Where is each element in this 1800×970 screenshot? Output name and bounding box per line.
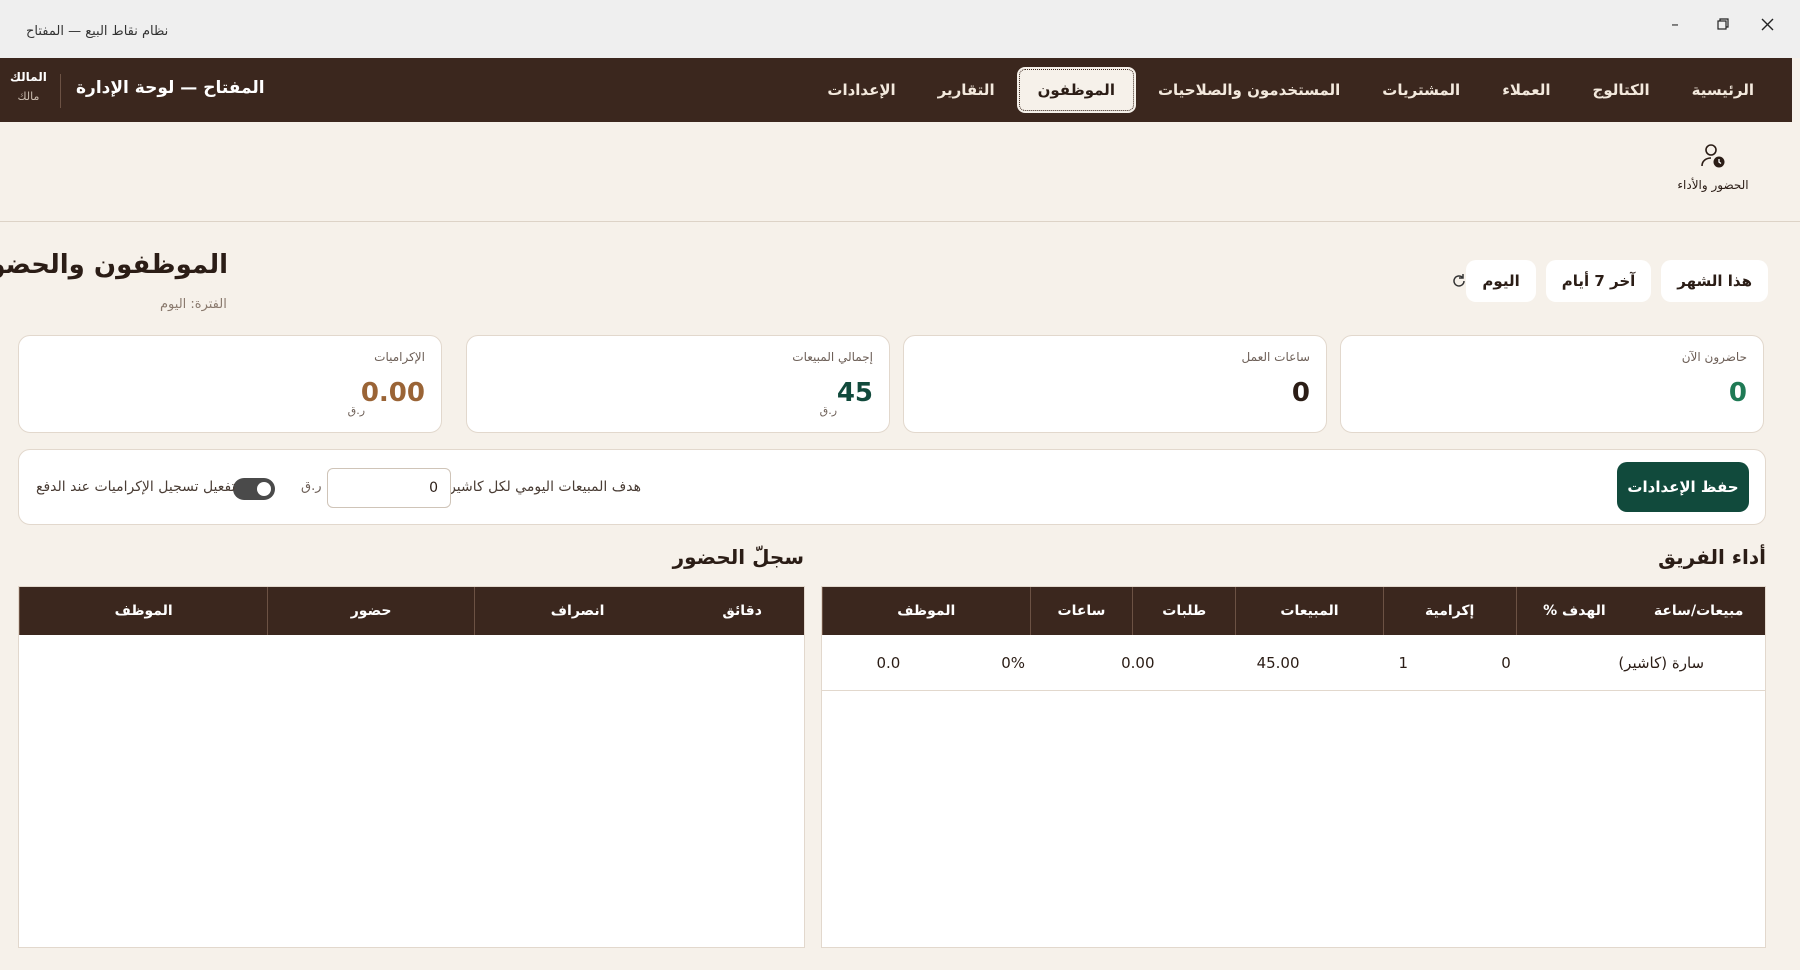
col-sales: المبيعات — [1235, 587, 1383, 635]
tab-settings[interactable]: الإعدادات — [809, 67, 913, 113]
attendance-log-title: سجلّ الحضور — [672, 545, 804, 569]
cell-sales: 45.00 — [1256, 653, 1300, 672]
col-check-out: انصراف — [473, 587, 680, 635]
cell-goal-percent: 0% — [1001, 653, 1025, 672]
col-hours: ساعات — [1029, 587, 1133, 635]
tab-users-permissions[interactable]: المستخدمون والصلاحيات — [1140, 67, 1358, 113]
stat-card-work-hours: ساعات العمل 0 — [903, 335, 1327, 433]
tips-toggle-label: تفعيل تسجيل الإكراميات عند الدفع — [36, 479, 236, 495]
col-employee: الموظف — [19, 587, 267, 635]
daily-goal-input[interactable] — [327, 468, 451, 508]
tab-employees[interactable]: الموظفون — [1018, 69, 1134, 111]
daily-goal-unit: ر.ق — [301, 479, 322, 494]
col-employee: الموظف — [822, 587, 1030, 635]
toggle-knob — [257, 482, 271, 496]
cell-hours: 0 — [1501, 653, 1511, 672]
stat-value: 0 — [1291, 378, 1310, 408]
table-row[interactable]: سارة (كاشير) 0 1 45.00 0.00 0% 0.0 — [822, 635, 1765, 691]
tab-home[interactable]: الرئيسية — [1674, 67, 1772, 113]
close-icon[interactable] — [1752, 14, 1782, 34]
table-header: الموظف حضور انصراف دقائق — [19, 587, 804, 635]
stat-label: إجمالي المبيعات — [792, 350, 873, 364]
window-title: نظام نقاط البيع — المفتاح — [26, 24, 169, 39]
refresh-icon[interactable] — [1450, 272, 1474, 294]
user-clock-icon — [1701, 144, 1725, 168]
stat-label: ساعات العمل — [1241, 350, 1310, 364]
col-tip: إكرامية — [1382, 587, 1516, 635]
tab-purchases[interactable]: المشتريات — [1364, 67, 1478, 113]
col-sales-per-hour: مبيعات/ساعة — [1653, 603, 1744, 619]
stat-unit: ر.ق — [819, 404, 837, 417]
daily-goal-label: هدف المبيعات اليومي لكل كاشير — [449, 479, 641, 495]
minimize-icon[interactable]: – — [1660, 14, 1690, 34]
period-month-button[interactable]: هذا الشهر — [1661, 260, 1768, 302]
subnav-attendance-performance[interactable]: الحضور والأداء — [1668, 142, 1758, 192]
cell-tip: 0.00 — [1121, 653, 1155, 672]
user-role: مالك — [17, 90, 40, 103]
team-performance-table: الموظف ساعات طلبات المبيعات إكرامية الهد… — [821, 586, 1766, 948]
stat-unit: ر.ق — [347, 404, 365, 417]
stat-value: 0 — [1728, 378, 1747, 408]
page-title: الموظفون والحضور — [0, 250, 228, 280]
team-performance-title: أداء الفريق — [1658, 545, 1766, 569]
stat-card-total-sales: إجمالي المبيعات 45 ر.ق — [466, 335, 890, 433]
stat-value: 45 — [836, 378, 873, 408]
tab-catalog[interactable]: الكتالوج — [1575, 67, 1668, 113]
user-menu[interactable]: المالك مالك — [10, 70, 47, 103]
brand-title: المفتاح — لوحة الإدارة — [76, 78, 265, 98]
cell-orders: 1 — [1398, 653, 1409, 672]
top-nav: الرئيسية الكتالوج العملاء المشتريات المس… — [0, 58, 1792, 122]
stat-label: الإكراميات — [374, 350, 425, 364]
col-orders: طلبات — [1132, 587, 1235, 635]
period-today-button[interactable]: اليوم — [1466, 260, 1536, 302]
nav-tabs: الرئيسية الكتالوج العملاء المشتريات المس… — [809, 67, 1772, 113]
period-label: الفترة: اليوم — [160, 297, 227, 312]
col-minutes: دقائق — [722, 603, 762, 619]
divider — [60, 74, 61, 108]
cell-employee: سارة (كاشير) — [1618, 653, 1705, 672]
tab-customers[interactable]: العملاء — [1484, 67, 1568, 113]
settings-panel: حفظ الإعدادات هدف المبيعات اليومي لكل كا… — [18, 449, 1766, 525]
restore-icon[interactable] — [1708, 14, 1738, 34]
user-name: المالك — [10, 70, 47, 84]
save-settings-button[interactable]: حفظ الإعدادات — [1617, 462, 1749, 512]
tab-reports[interactable]: التقارير — [920, 67, 1013, 113]
window-titlebar: نظام نقاط البيع — المفتاح – — [0, 0, 1800, 58]
table-header: الموظف ساعات طلبات المبيعات إكرامية الهد… — [822, 587, 1765, 635]
period-selector: اليوم آخر 7 أيام هذا الشهر — [1466, 260, 1768, 302]
attendance-log-table: الموظف حضور انصراف دقائق — [18, 586, 805, 948]
stat-card-tips: الإكراميات 0.00 ر.ق — [18, 335, 442, 433]
col-goal-percent: الهدف % — [1515, 587, 1633, 635]
stat-card-present: حاضرون الآن 0 — [1340, 335, 1764, 433]
stat-value: 0.00 — [360, 378, 425, 408]
tips-toggle[interactable] — [233, 478, 275, 500]
stat-label: حاضرون الآن — [1681, 350, 1747, 364]
subnav-label: الحضور والأداء — [1677, 178, 1749, 192]
sub-toolbar: الحضور والأداء — [0, 122, 1800, 222]
cell-sales-per-hour: 0.0 — [876, 653, 901, 672]
col-check-in: حضور — [267, 587, 473, 635]
period-7days-button[interactable]: آخر 7 أيام — [1545, 260, 1652, 302]
